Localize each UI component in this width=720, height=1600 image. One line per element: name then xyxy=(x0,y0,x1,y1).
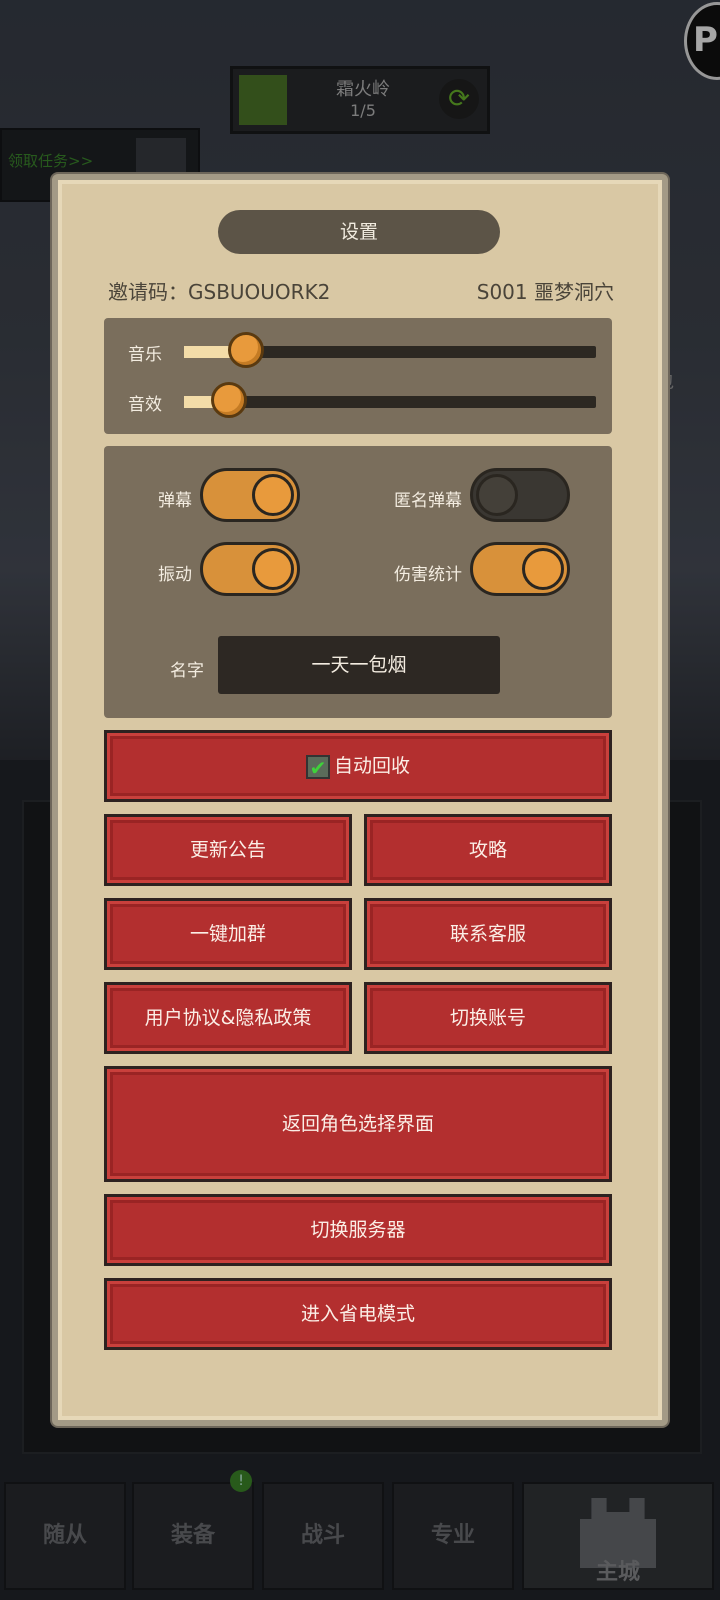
sfx-slider-handle[interactable] xyxy=(211,382,247,418)
power-save-mode-button[interactable]: 进入省电模式 xyxy=(104,1278,612,1350)
toggle-knob xyxy=(252,548,294,590)
toggle-knob xyxy=(476,474,518,516)
contact-service-button[interactable]: 联系客服 xyxy=(364,898,612,970)
music-slider-handle[interactable] xyxy=(228,332,264,368)
switch-server-button[interactable]: 切换服务器 xyxy=(104,1194,612,1266)
vibration-label: 振动 xyxy=(158,565,192,585)
back-to-role-select-button[interactable]: 返回角色选择界面 xyxy=(104,1066,612,1182)
damage-stats-toggle[interactable] xyxy=(470,542,570,596)
invite-code: 邀请码：GSBUOUORK2 xyxy=(108,280,331,304)
join-group-button[interactable]: 一键加群 xyxy=(104,898,352,970)
music-slider[interactable] xyxy=(184,332,596,368)
options-box: 弹幕 匿名弹幕 振动 伤害统计 名字 一天一包烟 xyxy=(104,446,612,718)
switch-account-button[interactable]: 切换账号 xyxy=(364,982,612,1054)
toggle-knob xyxy=(522,548,564,590)
vibration-toggle[interactable] xyxy=(200,542,300,596)
anonymous-danmaku-toggle[interactable] xyxy=(470,468,570,522)
damage-stats-label: 伤害统计 xyxy=(394,565,462,585)
name-label: 名字 xyxy=(170,661,204,681)
music-label: 音乐 xyxy=(128,345,162,365)
update-notice-button[interactable]: 更新公告 xyxy=(104,814,352,886)
user-agreement-button[interactable]: 用户协议&隐私政策 xyxy=(104,982,352,1054)
sfx-slider[interactable] xyxy=(184,382,596,418)
checkbox-checked-icon[interactable]: ✔ xyxy=(305,754,330,779)
guide-button[interactable]: 攻略 xyxy=(364,814,612,886)
name-input[interactable]: 一天一包烟 xyxy=(218,636,500,694)
panel-title: 设置 xyxy=(218,210,500,254)
sfx-label: 音效 xyxy=(128,395,162,415)
danmaku-label: 弹幕 xyxy=(158,491,192,511)
auto-recycle-label: 自动回收 xyxy=(333,755,410,777)
auto-recycle-button[interactable]: ✔ 自动回收 xyxy=(104,730,612,802)
server-name: S001 噩梦洞穴 xyxy=(476,280,614,304)
toggle-knob xyxy=(252,474,294,516)
anonymous-danmaku-label: 匿名弹幕 xyxy=(394,491,462,511)
audio-settings-box: 音乐 音效 xyxy=(104,318,612,434)
danmaku-toggle[interactable] xyxy=(200,468,300,522)
settings-panel: 设置 邀请码：GSBUOUORK2 S001 噩梦洞穴 音乐 音效 弹幕 匿名弹… xyxy=(52,174,668,1426)
